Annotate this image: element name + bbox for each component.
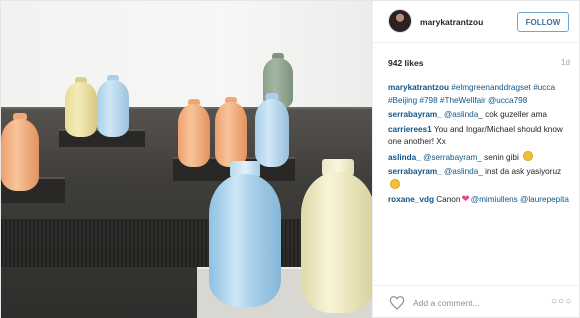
comment-mention[interactable]: @aslinda_ — [444, 167, 483, 176]
comment-text: Canon — [436, 195, 461, 204]
post-header: marykatrantzou FOLLOW — [373, 1, 580, 43]
vase-orange-left — [1, 113, 39, 191]
comment-text: cok guzeller ama — [485, 110, 547, 119]
vase-blue-front — [209, 161, 281, 307]
vase-cream-front — [301, 159, 372, 313]
instagram-post: marykatrantzou FOLLOW 942 likes 1d maryk… — [0, 0, 580, 318]
vase-blue-back — [97, 75, 129, 137]
comment-text: inst da ask yasiyoruz — [485, 167, 562, 176]
grin-emoji-icon — [523, 150, 534, 161]
comment-username[interactable]: marykatrantzou — [388, 83, 449, 92]
comment-input[interactable] — [413, 296, 543, 310]
comment-username[interactable]: serrabayram_ — [388, 110, 442, 119]
list-item: serrabayram_ @aslinda_ inst da ask yasiy… — [388, 166, 573, 192]
list-item: serrabayram_ @aslinda_ cok guzeller ama — [388, 109, 573, 122]
post-sidebar: marykatrantzou FOLLOW 942 likes 1d maryk… — [372, 1, 580, 318]
list-item: carrierees1 You and Ingar/Michael should… — [388, 124, 573, 149]
author-username[interactable]: marykatrantzou — [420, 17, 483, 27]
comment-mention[interactable]: @aslinda_ — [444, 110, 483, 119]
avatar[interactable] — [388, 9, 412, 33]
post-photo[interactable] — [1, 1, 372, 318]
comment-text: senin gibi — [484, 152, 519, 162]
comment-mention[interactable]: @serrabayram_ — [423, 153, 482, 162]
more-options-icon[interactable]: ○○○ — [551, 294, 571, 310]
comment-bar: ○○○ — [373, 285, 580, 318]
list-item: aslinda_ @serrabayram_ senin gibi — [388, 150, 573, 165]
follow-button[interactable]: FOLLOW — [517, 12, 569, 32]
comment-username[interactable]: roxane_vdg — [388, 195, 434, 204]
comment-username[interactable]: carrierees1 — [388, 125, 432, 134]
likes-count[interactable]: 942 likes — [388, 58, 423, 68]
comment-mention[interactable]: @laurepepita — [520, 195, 569, 204]
post-stats: 942 likes 1d — [388, 58, 570, 70]
comment-mention[interactable]: @mimiullens — [471, 195, 518, 204]
vase-blue-mid — [255, 93, 289, 167]
vase-orange-2 — [215, 97, 247, 167]
heart-emoji-icon: ❤ — [461, 194, 470, 205]
vase-yellow-back — [65, 77, 97, 137]
sunglasses-emoji-icon — [390, 178, 400, 189]
comments-list: marykatrantzou #elmgreenanddragset #ucca… — [388, 82, 573, 209]
vase-orange-1 — [178, 99, 210, 167]
comment-username[interactable]: aslinda_ — [388, 153, 421, 162]
caption: marykatrantzou #elmgreenanddragset #ucca… — [388, 82, 573, 107]
comment-username[interactable]: serrabayram_ — [388, 167, 442, 176]
heart-outline-icon[interactable] — [389, 295, 405, 310]
post-age[interactable]: 1d — [561, 58, 570, 67]
list-item: roxane_vdg Canon❤@mimiullens @laurepepit… — [388, 194, 573, 207]
